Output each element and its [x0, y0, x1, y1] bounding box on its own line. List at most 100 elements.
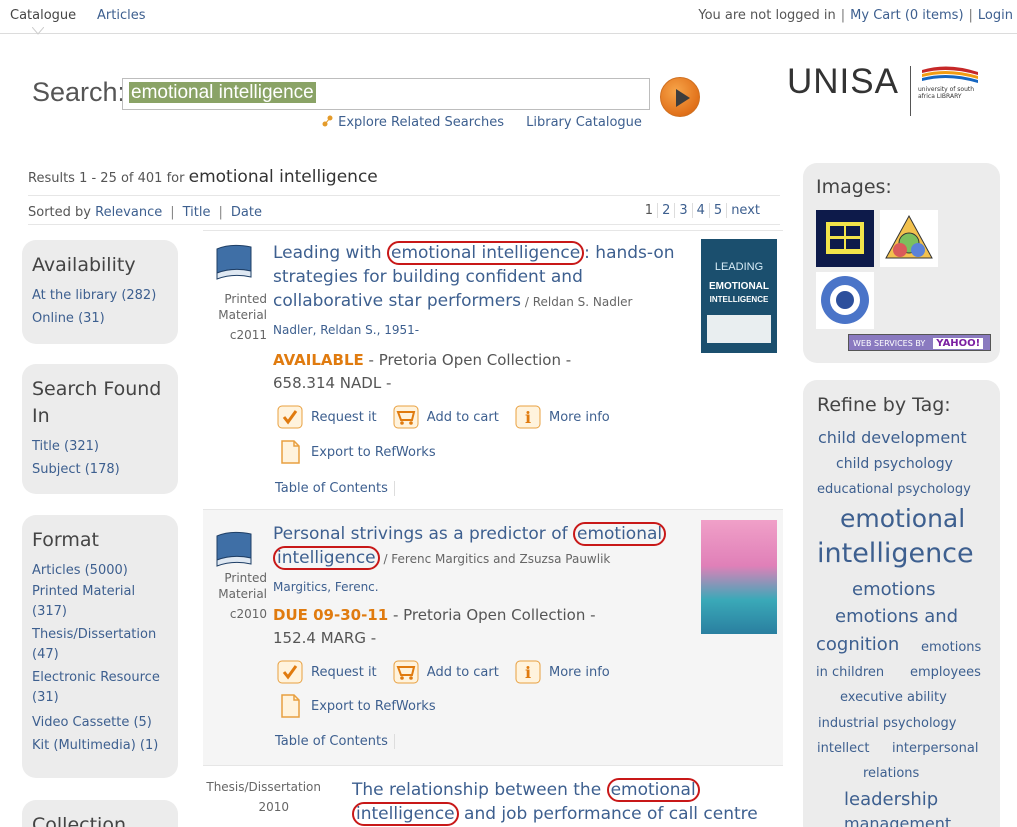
search-go-button[interactable]	[660, 77, 700, 117]
results-query: emotional intelligence	[188, 167, 378, 187]
tag-link[interactable]: leadership	[844, 789, 938, 810]
tag-link[interactable]: relations	[863, 766, 919, 781]
cart-icon	[393, 660, 419, 684]
tag-link[interactable]: intelligence	[817, 538, 974, 569]
facet-item-articles[interactable]: Articles (5000)	[32, 559, 168, 582]
title-highlight[interactable]: intelligence	[352, 802, 459, 826]
title-highlight[interactable]: emotional intelligence	[387, 241, 585, 265]
logo-subtitle: university of south africa LIBRARY	[918, 86, 975, 100]
tag-link[interactable]: employees	[910, 665, 981, 680]
tag-link[interactable]: cognition	[816, 634, 899, 655]
sorted-by-label: Sorted by	[28, 205, 91, 220]
tab-catalogue[interactable]: Catalogue	[10, 8, 76, 23]
action-label: More info	[548, 664, 610, 680]
result-title[interactable]: Personal strivings as a predictor of emo…	[273, 522, 693, 571]
title-highlight[interactable]: intelligence	[273, 546, 380, 570]
page-2[interactable]: 2	[657, 203, 674, 218]
title-text[interactable]: Personal strivings as a predictor of	[273, 524, 573, 544]
account-links: You are not logged in | My Cart (0 items) |…	[698, 8, 1013, 23]
facet-item-online[interactable]: Online (31)	[32, 307, 168, 330]
result-title[interactable]: Leading with emotional intelligence: han…	[273, 241, 693, 314]
facet-collection: Collection	[22, 800, 178, 827]
sort-title[interactable]: Title	[183, 205, 211, 220]
request-it-button[interactable]: Request it	[277, 660, 377, 684]
result-item: Thesis/Dissertation 2010 The relationshi…	[203, 767, 783, 827]
table-of-contents-link[interactable]: Table of Contents	[275, 734, 395, 749]
facet-item-at-library[interactable]: At the library (282)	[32, 284, 168, 307]
facet-item-subject[interactable]: Subject (178)	[32, 458, 168, 481]
info-icon: i	[515, 405, 541, 429]
tag-link[interactable]: emotions	[921, 640, 981, 655]
document-icon	[281, 440, 300, 464]
library-catalogue-link[interactable]: Library Catalogue	[526, 115, 642, 130]
facet-item-thesis[interactable]: Thesis/Dissertation (47)	[32, 625, 168, 665]
more-info-button[interactable]: i More info	[515, 405, 610, 429]
explore-related-searches-link[interactable]: Explore Related Searches	[338, 115, 504, 130]
page-4[interactable]: 4	[691, 203, 709, 218]
result-year: 2010	[258, 800, 289, 814]
tab-articles[interactable]: Articles	[97, 8, 145, 23]
image-thumbnail[interactable]	[880, 210, 938, 267]
tag-link[interactable]: child development	[818, 428, 967, 447]
login-status: You are not logged in	[698, 8, 836, 23]
export-refworks-button[interactable]: Export to RefWorks	[277, 440, 436, 464]
add-to-cart-button[interactable]: Add to cart	[393, 405, 499, 429]
facet-item-printed-material[interactable]: Printed Material (317)	[32, 582, 168, 622]
facet-availability: Availability At the library (282) Online…	[22, 240, 178, 344]
cover-text: LEADING	[714, 261, 764, 273]
tag-link[interactable]: intellect	[817, 741, 869, 756]
tag-link[interactable]: industrial psychology	[818, 716, 956, 731]
tag-link[interactable]: child psychology	[836, 456, 953, 472]
result-author[interactable]: Margitics, Ferenc.	[273, 580, 379, 594]
result-actions: Request it Add to cart i More info	[277, 405, 622, 433]
tag-link[interactable]: emotions and	[835, 606, 958, 627]
action-label: Request it	[311, 664, 377, 680]
my-cart-link[interactable]: My Cart (0 items)	[850, 8, 963, 23]
checkmark-icon	[277, 660, 303, 684]
next-page[interactable]: next	[726, 203, 764, 218]
tag-link[interactable]: executive ability	[840, 690, 947, 705]
tag-link[interactable]: emotional	[840, 504, 965, 533]
tag-link[interactable]: in children	[816, 665, 884, 680]
more-info-button[interactable]: i More info	[515, 660, 610, 684]
facet-title: Search Found In	[32, 378, 162, 427]
title-text[interactable]: Leading with	[273, 243, 387, 263]
sort-date[interactable]: Date	[231, 205, 262, 220]
tag-link[interactable]: educational psychology	[817, 482, 971, 497]
facet-item-electronic-resource[interactable]: Electronic Resource (31)	[32, 668, 168, 708]
image-thumbnail[interactable]	[816, 272, 874, 329]
facet-item-video-cassette[interactable]: Video Cassette (5)	[32, 711, 168, 734]
tab-caret-icon	[32, 27, 44, 35]
login-link[interactable]: Login	[978, 8, 1013, 23]
search-input[interactable]: emotional intelligence	[122, 78, 650, 110]
result-author[interactable]: Nadler, Reldan S., 1951-	[273, 323, 419, 337]
top-nav-bar: Catalogue Articles You are not logged in…	[0, 0, 1017, 35]
tag-link[interactable]: management	[844, 814, 951, 827]
add-to-cart-button[interactable]: Add to cart	[393, 660, 499, 684]
tag-link[interactable]: interpersonal	[892, 741, 978, 756]
image-thumbnail[interactable]	[816, 210, 874, 267]
result-type: Thesis/Dissertation	[206, 780, 321, 794]
table-of-contents-link[interactable]: Table of Contents	[275, 481, 395, 496]
page-1[interactable]: 1	[641, 203, 657, 218]
export-refworks-button[interactable]: Export to RefWorks	[277, 694, 436, 718]
title-text[interactable]: The relationship between the	[352, 780, 607, 800]
request-it-button[interactable]: Request it	[277, 405, 377, 429]
title-highlight[interactable]: emotional	[606, 778, 700, 802]
tag-link[interactable]: emotions	[852, 579, 935, 600]
facet-item-title[interactable]: Title (321)	[32, 435, 168, 458]
book-cover-image[interactable]: LEADING EMOTIONAL INTELLIGENCE	[701, 239, 777, 353]
page-3[interactable]: 3	[674, 203, 691, 218]
result-title[interactable]: The relationship between the emotional in…	[352, 778, 772, 826]
cart-icon	[393, 405, 419, 429]
book-cover-image[interactable]	[701, 520, 777, 634]
facet-item-kit[interactable]: Kit (Multimedia) (1)	[32, 734, 168, 757]
sort-relevance[interactable]: Relevance	[95, 205, 162, 220]
status-badge: AVAILABLE	[273, 351, 364, 369]
call-number: 152.4 MARG -	[273, 629, 377, 647]
action-label: Export to RefWorks	[311, 444, 436, 460]
title-text[interactable]: and job performance of call centre	[459, 804, 758, 824]
yahoo-attribution-badge[interactable]: WEB SERVICES BY YAHOO!	[848, 334, 991, 351]
title-highlight[interactable]: emotional	[573, 522, 667, 546]
page-5[interactable]: 5	[708, 203, 726, 218]
